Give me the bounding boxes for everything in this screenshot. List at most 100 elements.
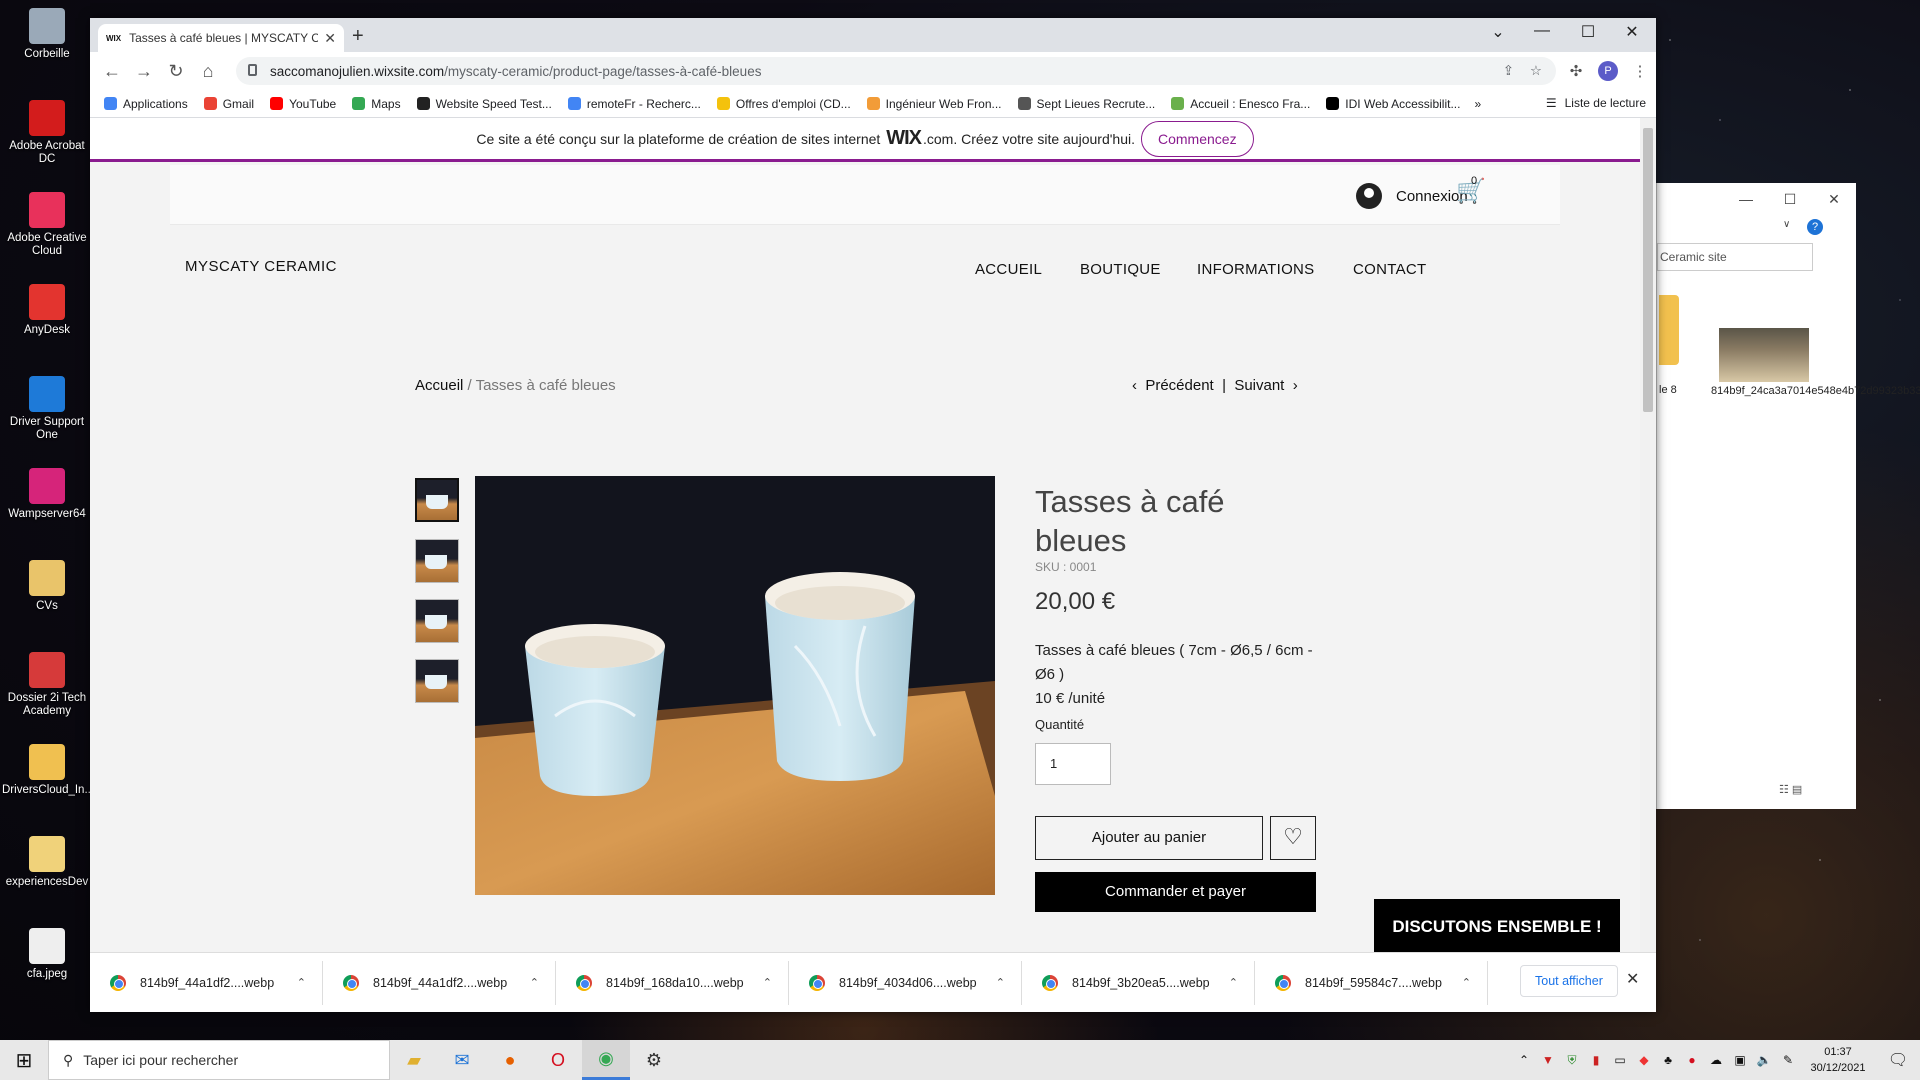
close-downloads-icon[interactable]: ✕ <box>1626 969 1639 989</box>
wishlist-heart-icon[interactable]: ♡ <box>1270 816 1316 860</box>
desktop-icon[interactable]: experiencesDev <box>2 836 92 889</box>
chevron-up-icon[interactable]: ⌃ <box>297 976 306 989</box>
download-item[interactable]: 814b9f_168da10....webp ⌃ <box>556 960 789 1005</box>
scrollbar-thumb[interactable] <box>1643 128 1653 412</box>
address-bar[interactable]: saccomanojulien.wixsite.com/myscaty-cera… <box>236 57 1556 85</box>
explorer-image-thumbnail[interactable] <box>1719 328 1809 382</box>
firefox-icon[interactable]: ● <box>486 1040 534 1080</box>
menu-item-boutique[interactable]: BOUTIQUE <box>1080 261 1161 278</box>
settings-gear-icon[interactable]: ⚙ <box>630 1040 678 1080</box>
tray-chevron-up-icon[interactable]: ⌃ <box>1512 1053 1536 1067</box>
chevron-up-icon[interactable]: ⌃ <box>763 976 772 989</box>
previous-link[interactable]: Précédent <box>1145 377 1213 394</box>
tray-display-icon[interactable]: ▣ <box>1728 1053 1752 1067</box>
explorer-maximize-button[interactable]: ☐ <box>1768 191 1812 208</box>
tray-shield-icon[interactable]: ⛨ <box>1560 1053 1584 1068</box>
bookmark-item[interactable]: Maps <box>352 97 401 111</box>
bookmarks-more-icon[interactable]: » <box>1474 97 1481 111</box>
tray-app-icon-3[interactable]: ♣ <box>1656 1053 1680 1067</box>
login-button[interactable]: Connexion <box>1356 183 1468 209</box>
desktop-icon[interactable]: Dossier 2i Tech Academy <box>2 652 92 718</box>
menu-item-accueil[interactable]: ACCUEIL <box>975 261 1042 278</box>
page-scrollbar[interactable] <box>1640 118 1656 952</box>
minimize-button[interactable]: — <box>1520 22 1564 40</box>
product-thumbnail[interactable] <box>415 478 459 522</box>
download-item[interactable]: 814b9f_44a1df2....webp ⌃ <box>323 960 556 1005</box>
bookmark-item[interactable]: Ingénieur Web Fron... <box>866 97 1002 111</box>
desktop-icon[interactable]: cfa.jpeg <box>2 928 92 981</box>
tray-anydesk-icon[interactable]: ◆ <box>1632 1053 1656 1067</box>
browser-tab-active[interactable]: WIX Tasses à café bleues | MYSCATY C ✕ <box>98 24 344 52</box>
home-button[interactable]: ⌂ <box>192 61 224 82</box>
menu-item-contact[interactable]: CONTACT <box>1353 261 1426 278</box>
tray-app-icon[interactable]: ▼ <box>1536 1053 1560 1067</box>
extensions-icon[interactable]: ✣ <box>1560 62 1592 80</box>
desktop-icon[interactable]: Adobe Acrobat DC <box>2 100 92 166</box>
chevron-right-icon[interactable]: › <box>1293 377 1298 394</box>
notifications-icon[interactable]: 🗨 <box>1876 1050 1920 1070</box>
explorer-folder-thumbnail[interactable] <box>1659 295 1679 365</box>
chevron-up-icon[interactable]: ⌃ <box>1229 976 1238 989</box>
maximize-button[interactable]: ☐ <box>1566 22 1610 42</box>
explorer-close-button[interactable]: ✕ <box>1812 191 1856 208</box>
download-item[interactable]: 814b9f_3b20ea5....webp ⌃ <box>1022 960 1255 1005</box>
menu-kebab-icon[interactable]: ⋮ <box>1624 62 1656 80</box>
bookmark-item[interactable]: Applications <box>104 97 188 111</box>
explorer-help-icon[interactable]: ? <box>1807 219 1823 235</box>
tray-app-icon-2[interactable]: ▮ <box>1584 1053 1608 1067</box>
product-thumbnail[interactable] <box>415 659 459 703</box>
explorer-minimize-button[interactable]: — <box>1724 191 1768 207</box>
tab-search-icon[interactable]: ⌄ <box>1476 22 1520 42</box>
bookmark-item[interactable]: YouTube <box>270 97 336 111</box>
cart-icon[interactable]: 🛒 0 <box>1456 175 1486 206</box>
share-icon[interactable]: ⇪ <box>1503 63 1514 79</box>
desktop-icon[interactable]: DriversCloud_In... <box>2 744 94 797</box>
file-explorer-window[interactable]: — ☐ ✕ ∨ ? Ceramic site le 8 814b9f_24ca3… <box>1656 183 1920 809</box>
bookmark-item[interactable]: Gmail <box>203 97 254 111</box>
tray-pen-icon[interactable]: ✎ <box>1776 1053 1800 1067</box>
profile-avatar[interactable]: P <box>1592 61 1624 81</box>
tray-opera-icon[interactable]: ● <box>1680 1053 1704 1067</box>
bookmark-item[interactable]: Accueil : Enesco Fra... <box>1171 97 1310 111</box>
chevron-up-icon[interactable]: ⌃ <box>1462 976 1471 989</box>
desktop-icon[interactable]: AnyDesk <box>2 284 92 337</box>
buy-now-button[interactable]: Commander et payer <box>1035 872 1316 912</box>
product-thumbnail[interactable] <box>415 599 459 643</box>
close-window-button[interactable]: ✕ <box>1610 22 1654 42</box>
tray-network-icon[interactable]: ▭ <box>1608 1053 1632 1067</box>
taskbar-search[interactable]: ⚲ Taper ici pour rechercher <box>48 1040 390 1080</box>
desktop-icon[interactable]: Wampserver64 <box>2 468 92 521</box>
bookmark-star-icon[interactable]: ☆ <box>1530 63 1542 79</box>
start-button[interactable]: Commencez <box>1140 120 1254 157</box>
chevron-up-icon[interactable]: ⌃ <box>996 976 1005 989</box>
chevron-left-icon[interactable]: ‹ <box>1132 377 1137 394</box>
explorer-view-toggle-icon[interactable]: ☷ ▤ <box>1779 783 1819 801</box>
bookmark-item[interactable]: IDI Web Accessibilit... <box>1326 97 1460 111</box>
opera-icon[interactable]: O <box>534 1040 582 1080</box>
show-all-downloads-button[interactable]: Tout afficher <box>1520 965 1618 997</box>
bookmark-item[interactable]: Offres d'emploi (CD... <box>716 97 851 111</box>
next-link[interactable]: Suivant <box>1234 377 1284 394</box>
bookmark-item[interactable]: Website Speed Test... <box>416 97 552 111</box>
bookmark-item[interactable]: remoteFr - Recherc... <box>567 97 701 111</box>
back-button[interactable]: ← <box>96 61 128 82</box>
tab-close-icon[interactable]: ✕ <box>324 30 336 47</box>
product-thumbnail[interactable] <box>415 539 459 583</box>
chat-button[interactable]: DISCUTONS ENSEMBLE ! <box>1374 899 1620 952</box>
explorer-expand-icon[interactable]: ∨ <box>1783 219 1790 230</box>
desktop-icon[interactable]: Driver Support One <box>2 376 92 442</box>
download-item[interactable]: 814b9f_44a1df2....webp ⌃ <box>90 960 323 1005</box>
desktop-icon[interactable]: CVs <box>2 560 92 613</box>
quantity-input[interactable]: 1 <box>1035 743 1111 785</box>
add-to-cart-button[interactable]: Ajouter au panier <box>1035 816 1263 860</box>
tray-cloud-icon[interactable]: ☁ <box>1704 1053 1728 1067</box>
explorer-search-input[interactable]: Ceramic site <box>1657 243 1813 271</box>
download-item[interactable]: 814b9f_59584c7....webp ⌃ <box>1255 960 1488 1005</box>
desktop-icon[interactable]: Corbeille <box>2 8 92 61</box>
forward-button[interactable]: → <box>128 61 160 82</box>
desktop-icon[interactable]: Adobe Creative Cloud <box>2 192 92 258</box>
taskbar-clock[interactable]: 01:37 30/12/2021 <box>1800 1044 1876 1076</box>
menu-item-informations[interactable]: INFORMATIONS <box>1197 261 1314 278</box>
reload-button[interactable]: ↻ <box>160 61 192 82</box>
bookmark-item[interactable]: Sept Lieues Recrute... <box>1017 97 1155 111</box>
